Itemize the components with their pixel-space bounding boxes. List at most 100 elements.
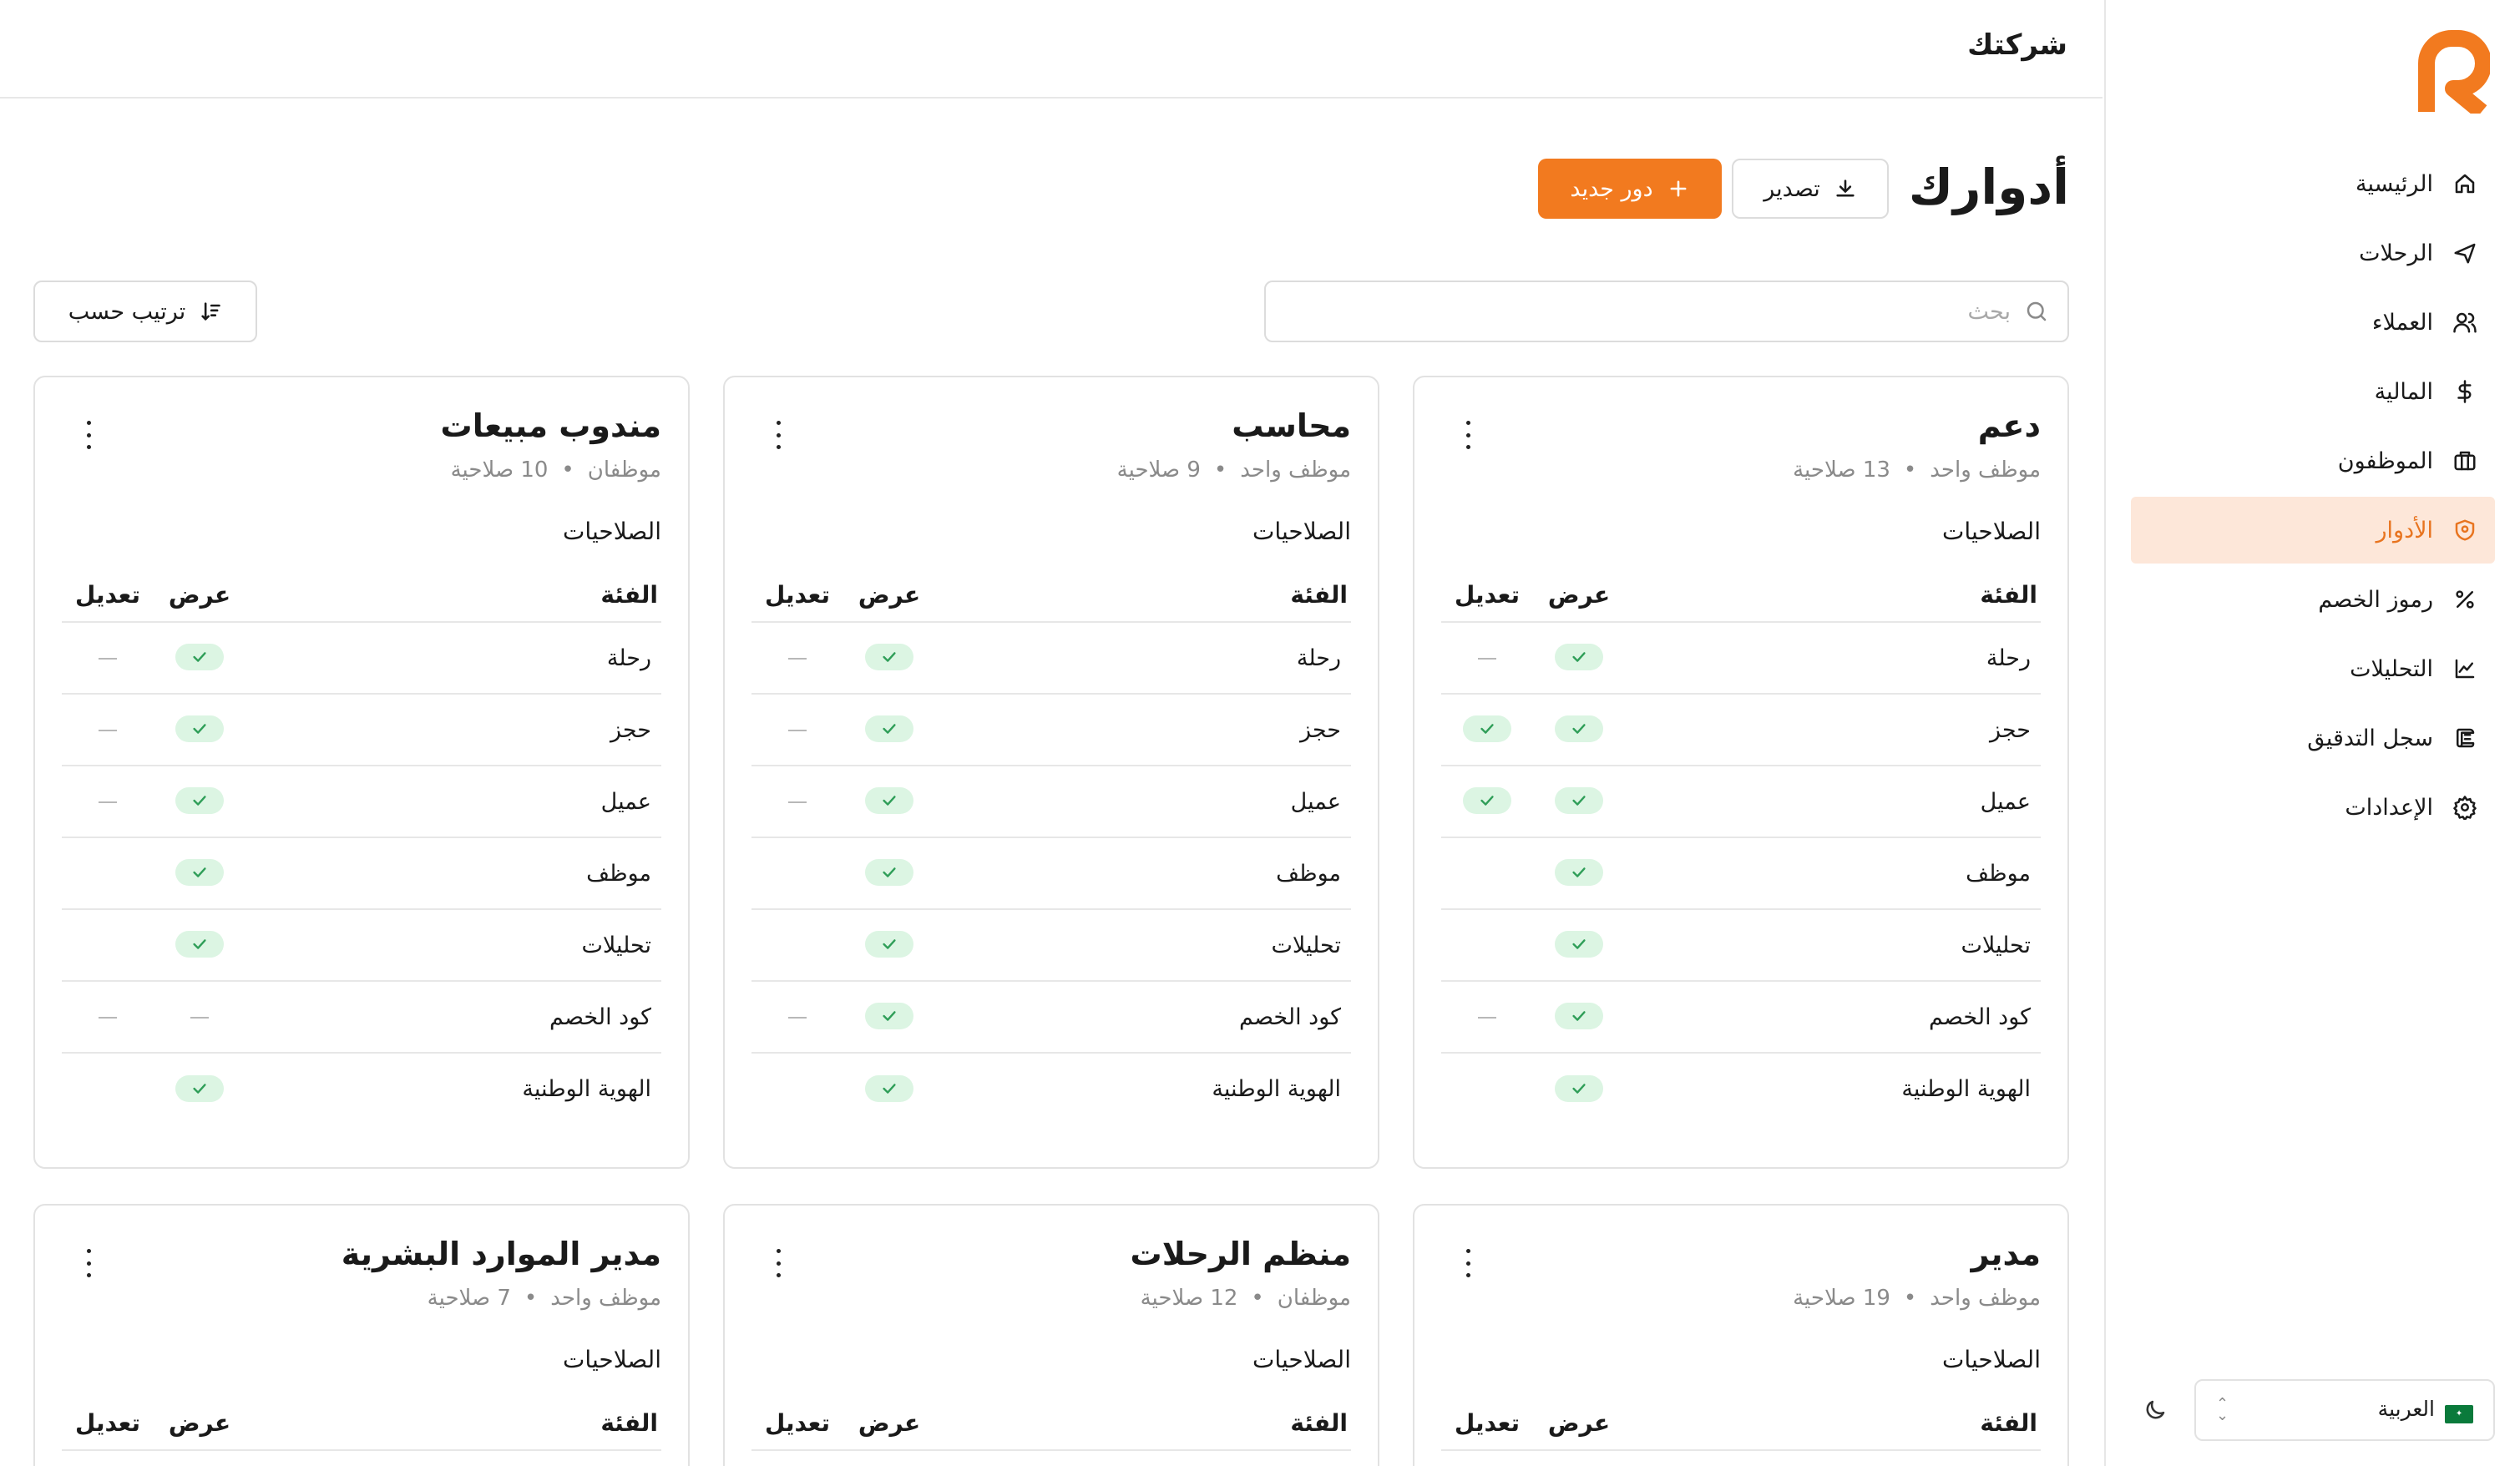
more-options-icon[interactable]: [78, 421, 99, 449]
edit-cell: [62, 1052, 154, 1125]
table-row: الهوية الوطنية: [62, 1052, 661, 1125]
search-box[interactable]: [1264, 281, 2069, 342]
sidebar-item-label: سجل التدقيق: [2307, 725, 2433, 751]
sidebar-item-chart[interactable]: التحليلات: [2131, 635, 2495, 702]
more-options-icon[interactable]: [78, 1249, 99, 1277]
column-header-edit: تعديل: [75, 581, 140, 609]
column-header-view: عرض: [858, 581, 921, 609]
sidebar-item-shield[interactable]: الأدوار: [2131, 497, 2495, 564]
column-header-category: الفئة: [600, 1409, 658, 1437]
view-cell: [1533, 765, 1625, 837]
permission-category: حجز: [935, 693, 1351, 766]
view-cell: [154, 980, 245, 1053]
role-name: دعم: [1977, 407, 2041, 444]
language-select[interactable]: ✦العربية ⌃ ⌄: [2194, 1379, 2495, 1441]
permission-count: 10 صلاحية: [450, 457, 549, 483]
permission-category: رحلة: [1986, 645, 2031, 671]
view-allowed-check-icon: [175, 644, 224, 670]
separator-dot: •: [1251, 1286, 1264, 1311]
role-meta: موظف واحد • 9 صلاحية: [751, 457, 1351, 483]
table-row: عميل: [62, 765, 661, 837]
edit-cell: [62, 980, 154, 1053]
view-cell: [1533, 622, 1625, 694]
column-header-edit: تعديل: [1455, 1409, 1520, 1437]
sidebar-item-gear[interactable]: الإعدادات: [2131, 774, 2495, 841]
new-role-button[interactable]: دور جديد: [1538, 159, 1722, 219]
role-name: مندوب مبيعات: [440, 407, 661, 444]
role-card[interactable]: دعم موظف واحد • 13 صلاحية الصلاحيات الفئة عرض ت…: [1413, 376, 2069, 1169]
gear-icon: [2452, 794, 2478, 821]
table-row: عميل: [751, 765, 1351, 837]
shield-icon: [2452, 517, 2478, 543]
edit-cell: [751, 765, 843, 837]
more-options-icon[interactable]: [768, 1249, 788, 1277]
edit-cell: [62, 908, 154, 981]
home-icon: [2452, 170, 2478, 197]
column-header-category: الفئة: [600, 581, 658, 609]
role-card[interactable]: مندوب مبيعات موظفان • 10 صلاحية الصلاحيات الف…: [33, 376, 690, 1169]
sidebar: الرئيسية الرحلات العملاء المالية الموظفون الأ…: [2104, 0, 2520, 1466]
more-options-icon[interactable]: [1458, 1249, 1478, 1277]
separator-dot: •: [1903, 1286, 1917, 1311]
permission-category: تحليلات: [245, 908, 661, 981]
role-card[interactable]: مدير موظف واحد • 19 صلاحية الصلاحيات الفئة عرض…: [1413, 1204, 2069, 1466]
edit-denied-dash: [788, 730, 807, 731]
edit-cell: [1441, 765, 1533, 837]
table-row: الهوية الوطنية: [1441, 1052, 2041, 1125]
column-header-view: عرض: [168, 581, 231, 609]
table-row: كود الخصم: [62, 980, 661, 1053]
sidebar-item-home[interactable]: الرئيسية: [2131, 150, 2495, 217]
top-bar: شركتك: [0, 0, 2103, 99]
main-content: أدوارك تصدير دور جديد ترتيب حسب دعم موظف …: [0, 100, 2103, 1466]
more-options-icon[interactable]: [1458, 421, 1478, 449]
view-allowed-check-icon: [865, 931, 913, 958]
table-row: حجز: [1441, 693, 2041, 766]
permission-count: 12 صلاحية: [1140, 1286, 1238, 1311]
role-card[interactable]: منظم الرحلات موظفان • 12 صلاحية الصلاحيات الف…: [723, 1204, 1379, 1466]
plane-icon: [2452, 240, 2478, 266]
export-button[interactable]: تصدير: [1732, 159, 1889, 219]
role-card[interactable]: محاسب موظف واحد • 9 صلاحية الصلاحيات الفئة عرض…: [723, 376, 1379, 1169]
plus-icon: [1667, 177, 1690, 200]
more-options-icon[interactable]: [768, 421, 788, 449]
role-meta: موظف واحد • 7 صلاحية: [62, 1286, 661, 1311]
sidebar-item-percent[interactable]: رموز الخصم: [2131, 566, 2495, 633]
view-cell: [843, 908, 935, 981]
sidebar-item-dollar[interactable]: المالية: [2131, 358, 2495, 425]
view-cell: [1533, 908, 1625, 981]
view-allowed-check-icon: [1555, 931, 1603, 958]
edit-cell: [62, 622, 154, 694]
theme-toggle-button[interactable]: [2134, 1389, 2176, 1431]
sidebar-item-scroll[interactable]: سجل التدقيق: [2131, 705, 2495, 771]
edit-allowed-check-icon: [1463, 787, 1511, 814]
sidebar-item-plane[interactable]: الرحلات: [2131, 220, 2495, 286]
sidebar-item-label: الرئيسية: [2356, 170, 2433, 197]
column-header-edit: تعديل: [765, 1409, 830, 1437]
role-card[interactable]: مدير الموارد البشرية موظف واحد • 7 صلاحية ال…: [33, 1204, 690, 1466]
column-header-view: عرض: [858, 1409, 921, 1437]
permission-category: رحلة: [606, 645, 651, 671]
view-allowed-check-icon: [1555, 715, 1603, 742]
table-row: موظف: [62, 837, 661, 909]
view-cell: [154, 765, 245, 837]
percent-icon: [2452, 586, 2478, 613]
column-header-category: الفئة: [1290, 581, 1348, 609]
view-allowed-check-icon: [1555, 859, 1603, 886]
view-cell: [843, 622, 935, 694]
sort-button[interactable]: ترتيب حسب: [33, 281, 257, 342]
view-cell: [843, 837, 935, 909]
view-allowed-check-icon: [175, 1074, 224, 1102]
permissions-table: الفئة عرض تعديل رحلة حجز عميل موظف تحليلات كود ا…: [62, 569, 661, 1125]
search-input[interactable]: [1266, 298, 2011, 325]
permissions-heading: الصلاحيات: [1252, 1346, 1351, 1373]
separator-dot: •: [1213, 457, 1227, 483]
view-denied-dash: [190, 1017, 209, 1019]
sidebar-item-briefcase[interactable]: الموظفون: [2131, 427, 2495, 494]
edit-denied-dash: [99, 801, 117, 803]
column-header-edit: تعديل: [765, 581, 830, 609]
brand-logo[interactable]: [2416, 30, 2492, 119]
role-meta: موظفان • 12 صلاحية: [751, 1286, 1351, 1311]
sidebar-item-users[interactable]: العملاء: [2131, 289, 2495, 356]
table-row: رحلة: [1441, 622, 2041, 694]
permission-category: الهوية الوطنية: [935, 1052, 1351, 1125]
